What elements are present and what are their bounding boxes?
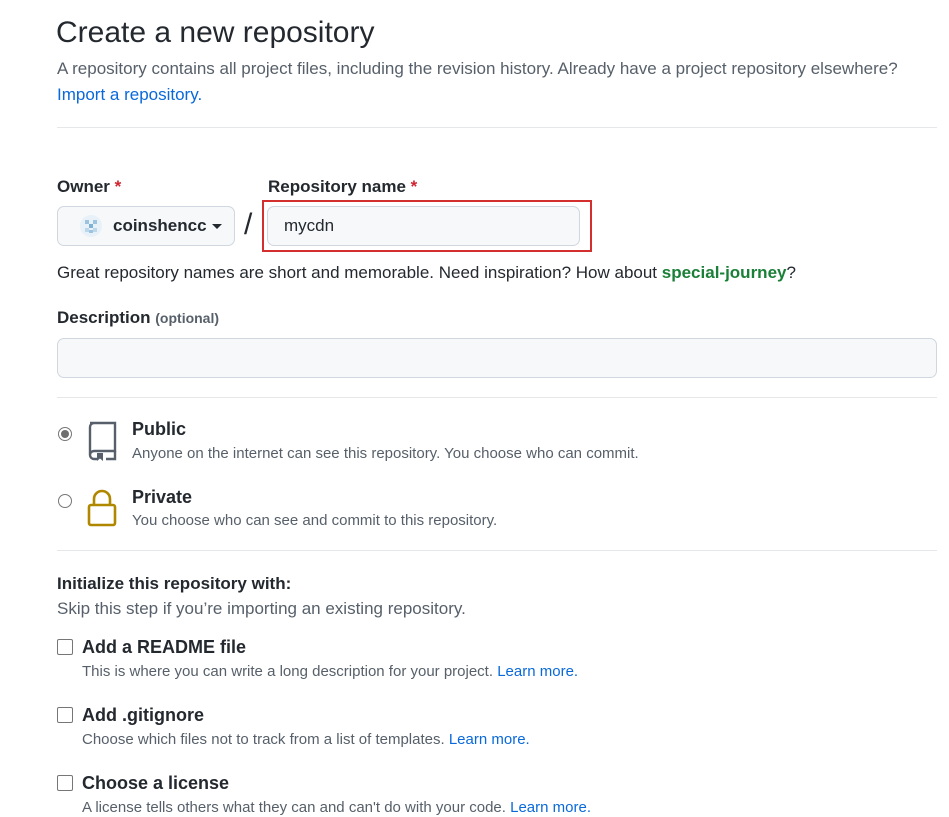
license-description: A license tells others what they can and…	[82, 799, 591, 816]
lock-icon	[87, 489, 117, 527]
owner-required-mark: *	[114, 177, 122, 196]
gitignore-learn-more-link[interactable]: Learn more.	[449, 731, 530, 748]
gitignore-description-text: Choose which files not to track from a l…	[82, 731, 445, 748]
private-description: You choose who can see and commit to thi…	[132, 512, 498, 529]
page-subtitle: A repository contains all project files,…	[57, 59, 898, 78]
license-title: Choose a license	[82, 773, 230, 793]
description-optional-tag: (optional)	[155, 310, 220, 326]
readme-description-text: This is where you can write a long descr…	[82, 663, 494, 680]
license-checkbox[interactable]	[57, 775, 73, 791]
description-label: Description (optional)	[57, 308, 219, 328]
repo-name-label-text: Repository name	[268, 177, 406, 196]
license-description-text: A license tells others what they can and…	[82, 799, 506, 816]
readme-checkbox[interactable]	[57, 639, 73, 655]
owner-label: Owner *	[57, 177, 121, 197]
gitignore-checkbox[interactable]	[57, 707, 73, 723]
chevron-down-icon	[211, 223, 222, 229]
gitignore-title: Add .gitignore	[82, 705, 204, 725]
visibility-divider	[57, 550, 937, 551]
readme-title: Add a README file	[82, 637, 247, 657]
private-title: Private	[132, 487, 193, 507]
description-label-text: Description	[57, 308, 151, 327]
import-repository-link[interactable]: Import a repository.	[57, 85, 202, 105]
repo-icon	[88, 421, 117, 461]
public-description: Anyone on the internet can see this repo…	[132, 445, 639, 462]
owner-repo-separator: /	[244, 208, 253, 241]
public-radio[interactable]	[58, 427, 72, 441]
initialize-title: Initialize this repository with:	[57, 574, 292, 593]
repo-name-hint-suffix: ?	[786, 263, 796, 282]
description-divider	[57, 397, 937, 398]
repo-name-hint-text: Great repository names are short and mem…	[57, 263, 662, 282]
description-input[interactable]	[57, 338, 937, 378]
name-suggestion-link[interactable]: special-journey	[662, 263, 787, 282]
repo-name-label: Repository name *	[268, 177, 417, 197]
owner-name: coinshencc	[113, 216, 207, 235]
license-learn-more-link[interactable]: Learn more.	[510, 799, 591, 816]
repo-name-hint: Great repository names are short and mem…	[57, 263, 796, 283]
identicon-avatar-icon	[80, 215, 102, 237]
owner-dropdown-button[interactable]: coinshencc	[57, 206, 235, 246]
gitignore-description: Choose which files not to track from a l…	[82, 731, 530, 748]
private-radio[interactable]	[58, 494, 72, 508]
header-divider	[57, 127, 937, 128]
repo-name-required-mark: *	[410, 177, 418, 196]
page-title: Create a new repository	[56, 16, 375, 49]
repo-name-highlight-box	[262, 200, 592, 252]
readme-learn-more-link[interactable]: Learn more.	[497, 663, 578, 680]
readme-description: This is where you can write a long descr…	[82, 663, 578, 680]
initialize-subtitle: Skip this step if you’re importing an ex…	[57, 599, 466, 618]
owner-label-text: Owner	[57, 177, 110, 196]
public-title: Public	[132, 419, 187, 439]
